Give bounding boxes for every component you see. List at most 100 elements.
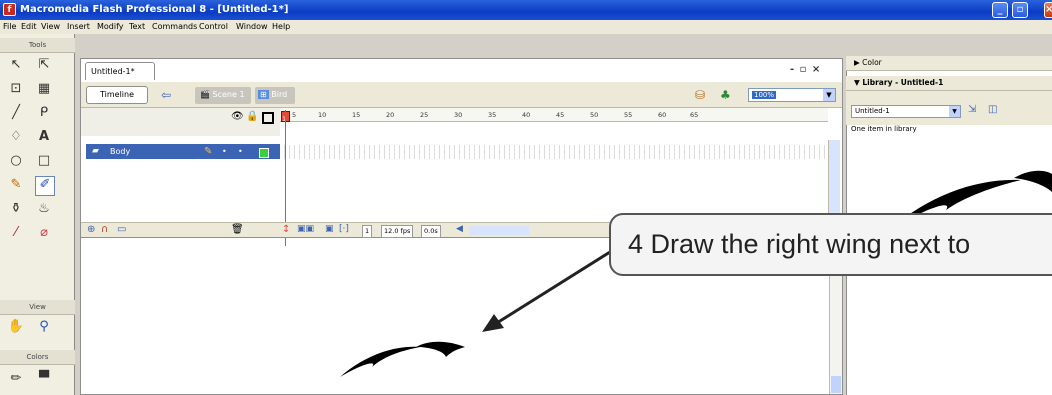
frame-number: 30 [454,111,463,119]
layer-row[interactable]: ▰ Body ✎ • • [86,144,280,159]
lock-dot[interactable]: • [238,144,243,159]
frame-number: 60 [658,111,667,119]
menu-insert[interactable]: Insert [67,22,90,31]
paint-bucket-icon[interactable]: ♨ [35,200,53,218]
lasso-icon[interactable]: ᑭ [35,104,53,122]
fill-color-icon[interactable]: ▀ [35,370,53,388]
menu-modify[interactable]: Modify [97,22,124,31]
color-panel-header[interactable]: ▶ Color [846,56,1052,71]
arrow-icon[interactable]: ↖ [7,56,25,74]
new-library-panel-icon[interactable]: ◫ [988,104,997,115]
timeline-button[interactable]: Timeline [86,86,148,104]
menu-control[interactable]: Control [199,22,228,31]
layer-icon: ▰ [92,146,99,156]
menu-window[interactable]: Window [236,22,268,31]
menu-edit[interactable]: Edit [21,22,37,31]
color-panel-title: Color [862,58,882,67]
menu-help[interactable]: Help [272,22,290,31]
pen-icon[interactable]: ♢ [7,128,25,146]
frame-number: 5 [292,111,297,119]
eye-icon[interactable]: 👁 [231,111,244,122]
graphic-symbol-icon: ⊞ [258,90,269,99]
rectangle-icon[interactable]: □ [35,152,53,170]
scroll-thumb[interactable] [831,376,841,393]
close-button[interactable]: × [1044,2,1052,18]
maximize-button[interactable]: ▫ [1012,2,1028,18]
menu-view[interactable]: View [41,22,60,31]
tools-panel: Tools ↖ ⇱ ⊡ ▦ ╱ ᑭ ♢ A ○ □ ✎ ✐ ⚱ ♨ ⁄ ⌀ Vi… [0,34,75,395]
layer-header: 👁 🔒 [81,108,280,136]
lock-icon[interactable]: 🔒 [246,111,258,122]
line-icon[interactable]: ╱ [7,104,25,122]
zoom-value: 100% [752,91,777,99]
eyedropper-icon[interactable]: ⁄ [7,224,25,242]
library-panel-title: Library - Untitled-1 [862,78,944,87]
onion-skin-icon[interactable]: ▣▣ [297,224,314,234]
scroll-left-icon[interactable]: ◀ [456,224,463,234]
free-transform-icon[interactable]: ⊡ [7,80,25,98]
frame-number: 40 [522,111,531,119]
layer-color-swatch[interactable] [259,148,269,158]
document-window-controls[interactable]: - ▫ × [790,64,821,75]
eraser-icon[interactable]: ⌀ [35,224,53,242]
outline-icon[interactable] [262,112,274,124]
pin-icon[interactable]: ⇲ [968,104,976,115]
bird-body-drawing [340,341,465,377]
frame-number: 55 [624,111,633,119]
timeline-scrollbar[interactable] [828,140,840,222]
center-frame-icon[interactable]: ↕ [282,224,290,235]
tools-title: Tools [0,38,75,53]
stroke-color-icon[interactable]: ✏ [7,370,25,388]
edit-scene-icon[interactable]: ⛁ [695,88,705,102]
breadcrumb-scene-label: Scene 1 [212,90,245,99]
zoom-select[interactable]: 100% ▼ [748,88,836,102]
library-document-name: Untitled-1 [855,107,890,115]
text-icon[interactable]: A [35,128,53,146]
trash-icon[interactable]: 🗑 [231,224,244,235]
pencil-icon[interactable]: ✎ [7,176,25,194]
insert-folder-icon[interactable]: ▭ [117,224,126,235]
zoom-icon[interactable]: ⚲ [35,318,53,336]
current-frame: 1 [362,225,373,238]
menu-file[interactable]: File [3,22,16,31]
chevron-down-icon: ▼ [949,106,960,117]
onion-outline-icon[interactable]: ▣ [325,224,334,234]
add-guide-icon[interactable]: ∩ [101,224,108,235]
edit-multiple-frames-icon[interactable]: [·] [339,224,349,234]
layer-name: Body [110,147,131,156]
frame-number: 10 [318,111,327,119]
frames-row[interactable] [280,145,828,159]
menu-bar: File Edit View Insert Modify Text Comman… [0,20,1052,34]
ink-bottle-icon[interactable]: ⚱ [7,200,25,218]
menu-commands[interactable]: Commands [152,22,197,31]
subselect-icon[interactable]: ⇱ [35,56,53,74]
edit-symbols-icon[interactable]: ♣ [720,88,731,102]
frame-number: 35 [488,111,497,119]
frame-number: 45 [556,111,565,119]
document-tab[interactable]: Untitled-1* [85,62,155,80]
breadcrumb-symbol[interactable]: ⊞ Bird [258,86,287,104]
insert-layer-icon[interactable]: ⊕ [87,224,95,235]
library-panel-header[interactable]: ▼ Library - Untitled-1 [846,76,1052,91]
hand-icon[interactable]: ✋ [7,318,25,336]
callout-box: 4 Draw the right wing next to [609,213,1052,276]
brush-icon[interactable]: ✐ [35,176,55,196]
menu-text[interactable]: Text [129,22,145,31]
chevron-down-icon: ▼ [823,89,835,101]
frame-number: 65 [690,111,699,119]
minimize-button[interactable]: _ [992,2,1008,18]
library-document-select[interactable]: Untitled-1 ▼ [851,105,961,118]
frame-rate: 12.0 fps [381,225,414,238]
frame-number: 25 [420,111,429,119]
flash-app-icon: f [3,3,16,16]
gradient-transform-icon[interactable]: ▦ [35,80,53,98]
oval-icon[interactable]: ○ [7,152,25,170]
colors-section-label: Colors [0,350,75,365]
back-arrow-icon[interactable]: ⇦ [161,88,171,102]
breadcrumb-scene[interactable]: 🎬 Scene 1 [200,86,245,104]
visible-dot[interactable]: • [222,144,227,159]
frame-number: 50 [590,111,599,119]
title-bar: f Macromedia Flash Professional 8 - [Unt… [0,0,1052,20]
frame-number: 15 [352,111,361,119]
horizontal-scrollbar[interactable] [469,226,529,235]
